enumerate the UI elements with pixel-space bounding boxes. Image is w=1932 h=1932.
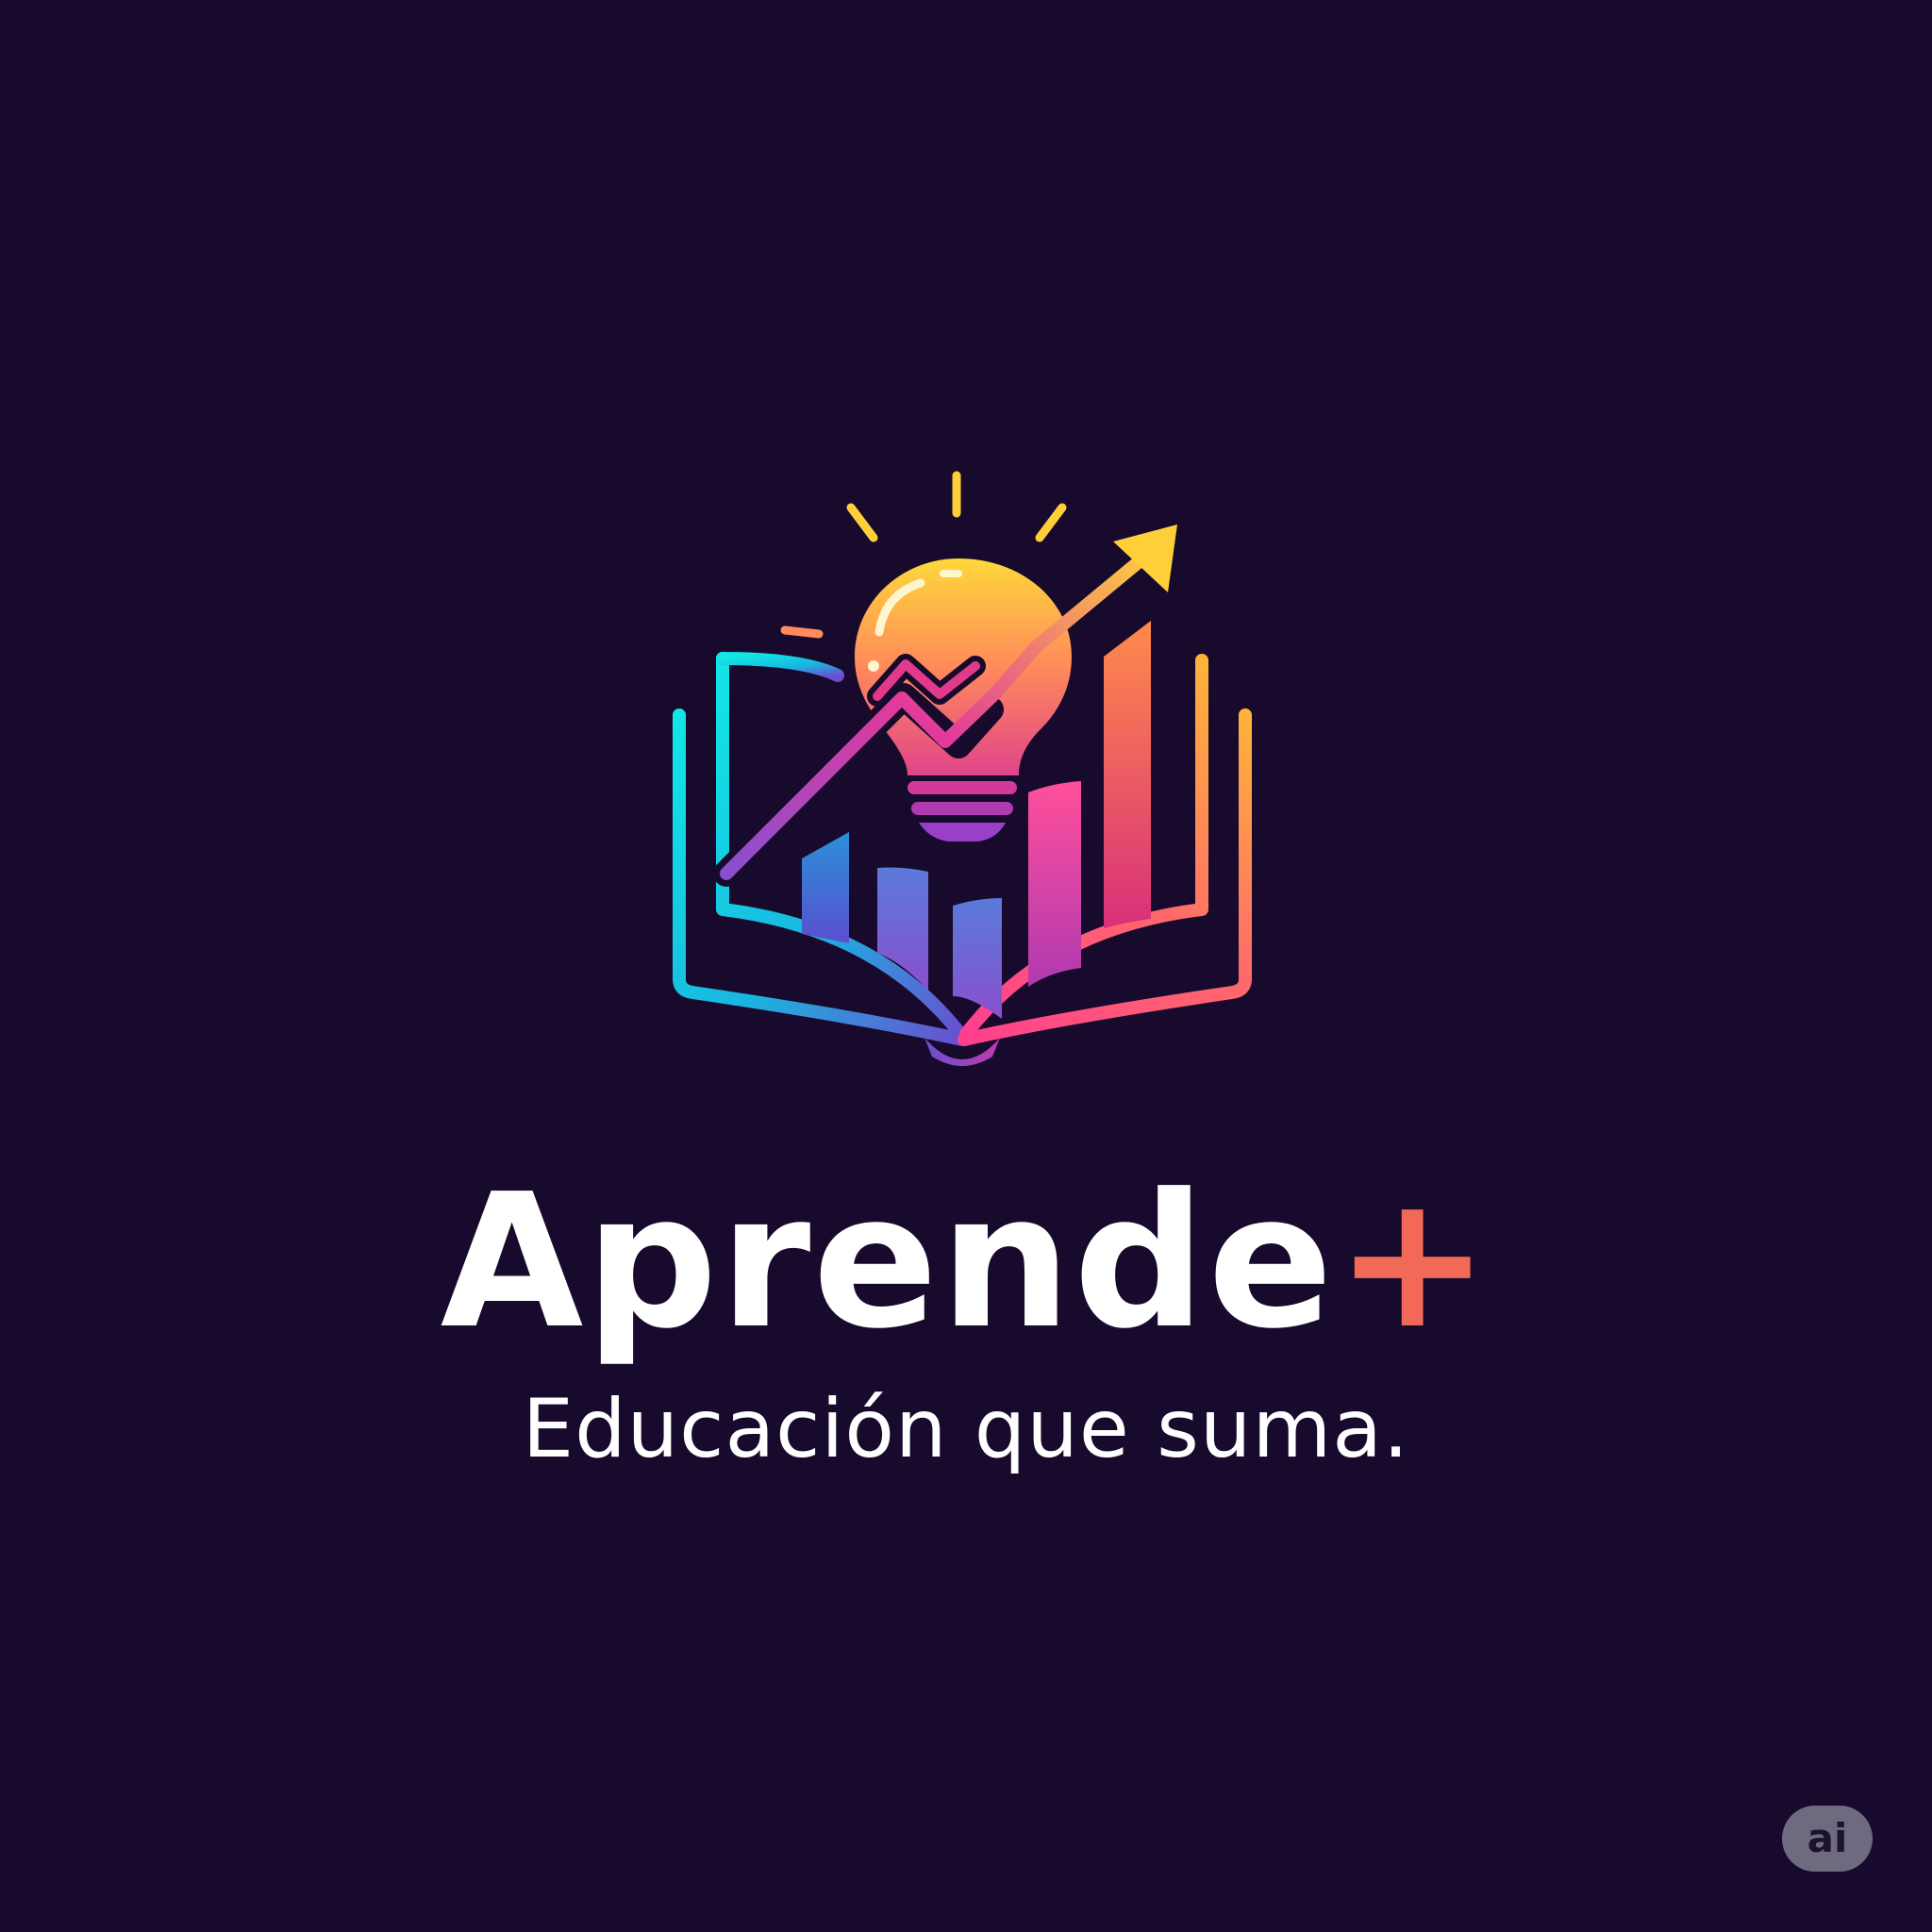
brand-tagline: Educación que suma.: [522, 1382, 1410, 1476]
ai-badge: ai: [1782, 1806, 1873, 1872]
brand-plus-sign: +: [1335, 1155, 1492, 1370]
brand-wordmark: Aprende+: [0, 1158, 1932, 1366]
brand-name: Aprende: [440, 1155, 1336, 1370]
brand-logo-icon: [673, 471, 1252, 1066]
